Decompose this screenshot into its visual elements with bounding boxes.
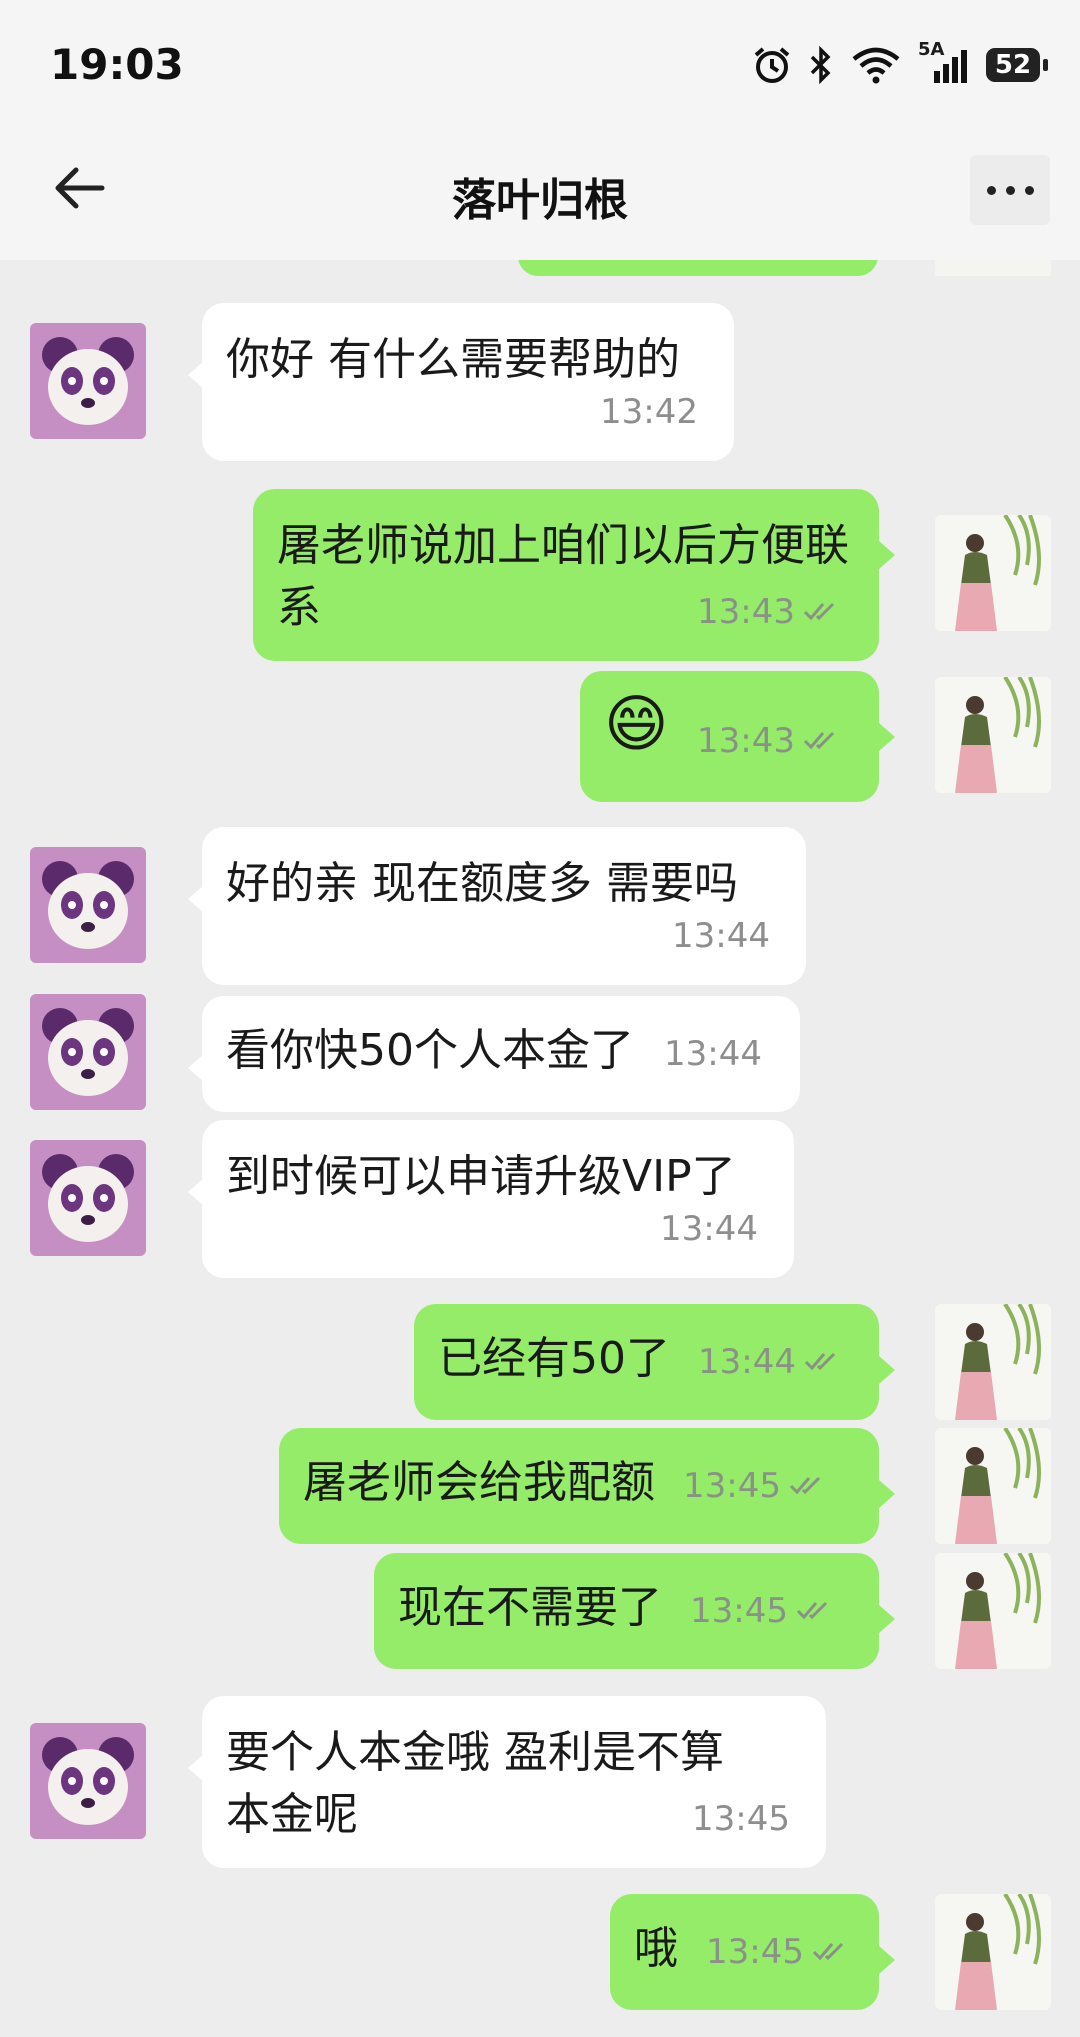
incoming-message[interactable]: 到时候可以申请升级VIP了 13:44 — [188, 1120, 794, 1278]
message-text: 😄 — [604, 687, 669, 760]
message-text: 屠老师会给我配额 — [303, 1457, 655, 1508]
user-avatar[interactable] — [935, 515, 1051, 631]
girl-avatar-icon — [955, 1304, 1041, 1420]
message-time: 13:42 — [600, 392, 698, 432]
girl-avatar-icon — [955, 1428, 1041, 1544]
message-time: 13:45 — [683, 1466, 781, 1506]
user-avatar[interactable] — [935, 1894, 1051, 2010]
panda-icon — [42, 1154, 134, 1242]
message-time: 13:44 — [672, 916, 770, 956]
bluetooth-icon — [810, 45, 831, 85]
more-dot — [1024, 185, 1034, 195]
status-icons: 5A 52 — [752, 39, 1048, 90]
user-avatar — [935, 260, 1051, 276]
incoming-message[interactable]: 好的亲 现在额度多 需要吗 13:44 — [188, 827, 806, 985]
contact-avatar[interactable] — [30, 323, 146, 439]
message-text: 要个人本金哦 盈利是不算本金呢 — [226, 1727, 724, 1840]
user-avatar[interactable] — [935, 1553, 1051, 1669]
girl-avatar-icon — [955, 677, 1041, 793]
message-text: 看你快50个人本金了 — [226, 1025, 634, 1076]
message-time: 13:45 — [690, 1591, 788, 1631]
contact-avatar[interactable] — [30, 1723, 146, 1839]
incoming-message[interactable]: 要个人本金哦 盈利是不算本金呢 13:45 — [188, 1696, 826, 1868]
panda-icon — [42, 1737, 134, 1825]
read-receipt-icon — [803, 731, 835, 750]
battery-icon: 52 — [986, 48, 1048, 82]
read-receipt-icon — [803, 602, 835, 621]
panda-icon — [42, 337, 134, 425]
message-time: 13:44 — [698, 1342, 796, 1382]
message-text: 现在不需要了 — [398, 1582, 662, 1633]
battery-level: 52 — [994, 50, 1032, 80]
read-receipt-icon — [789, 1476, 821, 1495]
alarm-icon — [754, 47, 790, 83]
cell-signal: 5A — [918, 39, 970, 85]
clock: 19:03 — [50, 40, 184, 89]
girl-avatar-icon — [955, 1894, 1041, 2010]
chat-title: 落叶归根 — [452, 175, 628, 226]
message-list[interactable]: 你好 有什么需要帮助的 13:42 屠老师说加上咱们以后方便联系 13:43 😄… — [0, 260, 1080, 2037]
more-options-button[interactable] — [970, 155, 1050, 225]
girl-avatar-icon — [955, 1553, 1041, 1669]
message-time: 13:45 — [706, 1932, 804, 1972]
message-time: 13:44 — [664, 1034, 762, 1074]
more-dot — [1005, 185, 1015, 195]
more-dot — [986, 185, 996, 195]
panda-icon — [42, 861, 134, 949]
user-avatar[interactable] — [935, 677, 1051, 793]
outgoing-message[interactable]: 已经有50了 13:44 — [414, 1304, 895, 1420]
outgoing-message[interactable]: 现在不需要了 13:45 — [374, 1553, 895, 1669]
wifi-icon — [852, 47, 900, 84]
contact-avatar[interactable] — [30, 994, 146, 1110]
outgoing-message[interactable]: 屠老师会给我配额 13:45 — [279, 1428, 895, 1544]
message-time: 13:43 — [697, 592, 795, 632]
incoming-message[interactable]: 看你快50个人本金了 13:44 — [188, 996, 800, 1112]
message-time: 13:44 — [660, 1209, 758, 1249]
signal-icon — [934, 50, 967, 83]
girl-avatar-icon — [955, 515, 1041, 631]
read-receipt-icon — [812, 1942, 844, 1961]
chat-header: 落叶归根 — [0, 130, 1080, 260]
message-text: 哦 — [634, 1923, 678, 1974]
user-avatar[interactable] — [935, 1304, 1051, 1420]
panda-icon — [42, 1008, 134, 1096]
user-avatar[interactable] — [935, 1428, 1051, 1544]
outgoing-message[interactable]: 😄 13:43 — [580, 671, 895, 802]
partial-outgoing-bubble — [518, 260, 878, 276]
status-bar: 19:03 5A 52 — [0, 0, 1080, 130]
incoming-message[interactable]: 你好 有什么需要帮助的 13:42 — [188, 303, 734, 461]
read-receipt-icon — [804, 1352, 836, 1371]
outgoing-message[interactable]: 屠老师说加上咱们以后方便联系 13:43 — [253, 489, 895, 661]
message-text: 已经有50了 — [438, 1333, 670, 1384]
outgoing-message[interactable]: 哦 13:45 — [610, 1894, 895, 2010]
contact-avatar[interactable] — [30, 847, 146, 963]
read-receipt-icon — [796, 1601, 828, 1620]
message-time: 13:43 — [697, 721, 795, 761]
message-time: 13:45 — [692, 1799, 790, 1839]
contact-avatar[interactable] — [30, 1140, 146, 1256]
message-text: 好的亲 现在额度多 需要吗 — [226, 858, 738, 909]
